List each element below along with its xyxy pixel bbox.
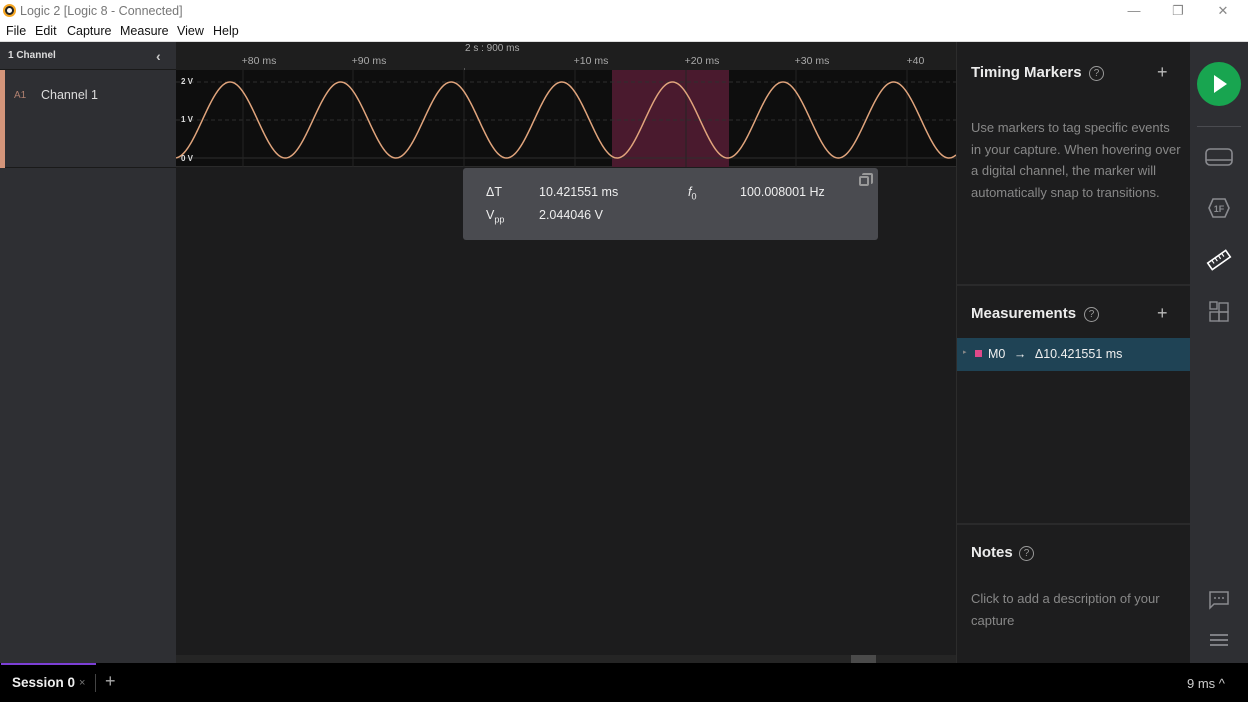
- section-divider: [957, 284, 1191, 286]
- f0-label: f0: [688, 185, 697, 202]
- delta-t-label: ΔT: [486, 185, 502, 199]
- session-tab[interactable]: Session 0: [12, 675, 75, 690]
- help-icon[interactable]: ?: [1089, 66, 1104, 81]
- menu-help[interactable]: Help: [213, 24, 239, 38]
- app-logo-icon: [3, 4, 16, 17]
- measurement-selection[interactable]: [612, 70, 729, 167]
- waveform-view[interactable]: 2 V 1 V 0 V: [176, 70, 956, 167]
- measure-ruler-icon[interactable]: [1205, 249, 1233, 271]
- section-divider: [957, 523, 1191, 525]
- window-title: Logic 2 [Logic 8 - Connected]: [20, 4, 183, 18]
- right-panel: Timing Markers ? + Use markers to tag sp…: [956, 42, 1191, 663]
- menu-capture[interactable]: Capture: [67, 24, 111, 38]
- title-bar: Logic 2 [Logic 8 - Connected] — ❐ ✕: [0, 0, 1248, 22]
- notes-input[interactable]: Click to add a description of your captu…: [971, 588, 1181, 631]
- channel-color-bar: [0, 70, 5, 168]
- empty-channel-area: [176, 168, 956, 655]
- tick-label: +30 ms: [794, 55, 830, 67]
- measurements-title: Measurements: [971, 305, 1077, 322]
- menu-edit[interactable]: Edit: [35, 24, 57, 38]
- delta-t-value: 10.421551 ms: [539, 185, 619, 199]
- notes-title: Notes: [971, 544, 1013, 561]
- channel-name[interactable]: Channel 1: [41, 88, 98, 102]
- channel-panel-header: 1 Channel ‹: [0, 42, 176, 70]
- timeline-ruler[interactable]: 2 s : 900 ms +80 ms +90 ms +10 ms +20 ms…: [176, 42, 956, 79]
- expand-caret-icon[interactable]: ▸: [963, 348, 967, 356]
- minimize-button[interactable]: —: [1119, 2, 1149, 20]
- timeline-anchor: 2 s : 900 ms: [465, 43, 520, 54]
- y-label-1v: 1 V: [181, 115, 194, 124]
- f0-value: 100.008001 Hz: [740, 185, 825, 199]
- chevron-left-icon[interactable]: ‹: [156, 48, 161, 64]
- add-session-button[interactable]: +: [105, 671, 116, 692]
- help-icon[interactable]: ?: [1019, 546, 1034, 561]
- rail-divider: [1197, 126, 1241, 127]
- add-measurement-button[interactable]: +: [1157, 303, 1168, 324]
- active-tab-indicator: [1, 663, 96, 665]
- tick-label: +10 ms: [573, 55, 609, 67]
- side-rail: 1F: [1190, 42, 1248, 663]
- timing-markers-title: Timing Markers: [971, 64, 1082, 81]
- zoom-level-readout[interactable]: 9 ms ^: [1187, 676, 1225, 691]
- measurement-text: M0 → Δ10.421551 ms: [988, 347, 1122, 361]
- extensions-icon[interactable]: 1F: [1205, 197, 1233, 219]
- help-icon[interactable]: ?: [1084, 307, 1099, 322]
- channel-count: 1 Channel: [8, 50, 56, 61]
- tick-label: +80 ms: [241, 55, 277, 67]
- scrollbar-thumb[interactable]: [851, 655, 876, 663]
- menu-bar: File Edit Capture Measure View Help: [0, 22, 1248, 42]
- channel-row[interactable]: A1 Channel 1: [0, 70, 176, 168]
- arrow-right-icon: →: [1013, 347, 1027, 361]
- measurement-value: Δ10.421551 ms: [1034, 347, 1123, 361]
- measurement-popup: ΔT 10.421551 ms Vpp 2.044046 V f0 100.00…: [463, 168, 878, 240]
- start-capture-button[interactable]: [1197, 62, 1241, 106]
- measurement-row[interactable]: ▸ M0 → Δ10.421551 ms: [957, 338, 1190, 371]
- waveform-canvas: [176, 70, 956, 167]
- horizontal-scrollbar[interactable]: [176, 655, 956, 663]
- channel-id: A1: [14, 90, 27, 101]
- restore-button[interactable]: ❐: [1163, 2, 1193, 20]
- channel-panel: 1 Channel ‹ A1 Channel 1: [0, 42, 176, 663]
- menu-view[interactable]: View: [177, 24, 204, 38]
- chat-icon[interactable]: [1205, 589, 1233, 611]
- session-bar: Session 0 × + 9 ms ^: [0, 663, 1248, 702]
- vpp-label: Vpp: [486, 208, 505, 225]
- menu-icon[interactable]: [1205, 630, 1233, 652]
- menu-file[interactable]: File: [6, 24, 26, 38]
- timing-markers-description: Use markers to tag specific events in yo…: [971, 120, 1181, 200]
- analog-trace: [176, 81, 956, 159]
- close-session-icon[interactable]: ×: [79, 677, 85, 689]
- tab-separator: [95, 674, 96, 692]
- add-marker-button[interactable]: +: [1157, 62, 1168, 83]
- y-label-2v: 2 V: [181, 77, 194, 86]
- copy-icon[interactable]: [859, 173, 873, 186]
- tick-label: +20 ms: [684, 55, 720, 67]
- tick-label: +90 ms: [351, 55, 387, 67]
- menu-measure[interactable]: Measure: [120, 24, 169, 38]
- svg-text:1F: 1F: [1214, 204, 1225, 214]
- measurement-color-swatch: [975, 350, 982, 357]
- layout-icon[interactable]: [1205, 301, 1233, 323]
- analyzers-icon[interactable]: [1205, 146, 1233, 168]
- y-label-0v: 0 V: [181, 154, 194, 163]
- vpp-value: 2.044046 V: [539, 208, 603, 222]
- close-window-button[interactable]: ✕: [1208, 2, 1238, 20]
- measurement-name: M0: [988, 347, 1006, 361]
